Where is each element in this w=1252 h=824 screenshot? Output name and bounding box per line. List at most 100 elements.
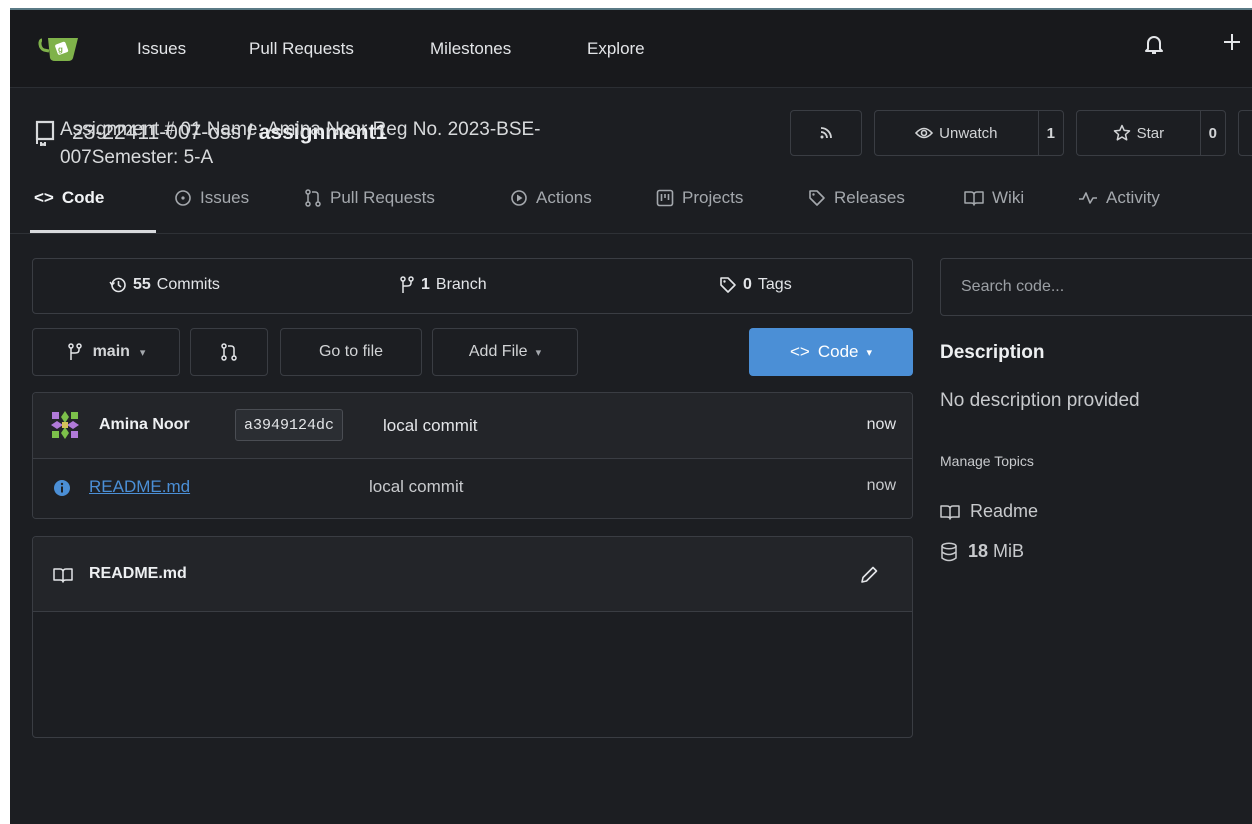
add-file-dropdown[interactable]: Add File ▾ [432, 328, 578, 376]
branch-icon [400, 276, 414, 293]
unwatch-label: Unwatch [939, 124, 998, 142]
book-icon [964, 191, 984, 206]
readme-title: README.md [89, 565, 187, 582]
tab-wiki-label: Wiki [992, 188, 1025, 207]
tab-pull-requests-label: Pull Requests [330, 188, 435, 207]
issue-icon [175, 190, 191, 206]
latest-commit-row: Amina Noor a3949124dc local commit now [33, 393, 912, 459]
pull-request-icon [305, 189, 321, 207]
bell-icon[interactable] [1144, 34, 1164, 62]
branch-stat[interactable]: 1 Branch [399, 276, 487, 294]
tab-releases[interactable]: Releases [808, 188, 905, 208]
tags-count: 0 [743, 276, 752, 293]
star-count[interactable]: 0 [1199, 111, 1225, 155]
branch-count: 1 [421, 276, 430, 293]
nav-milestones[interactable]: Milestones [430, 39, 511, 59]
tab-issues-label: Issues [200, 188, 250, 207]
table-row[interactable]: README.md local commit now [33, 459, 912, 518]
star-button-group: Star 0 [1076, 110, 1226, 156]
book-icon [53, 568, 73, 583]
readme-panel: README.md [32, 536, 913, 738]
repo-tabs: <> Code Issues Pull Requests Actions Pro… [10, 176, 1252, 234]
plus-icon[interactable] [1222, 32, 1242, 58]
info-icon [54, 480, 70, 496]
readme-sidebar-label: Readme [970, 501, 1039, 521]
readme-header: README.md [33, 537, 912, 612]
branch-dropdown[interactable]: main ▾ [32, 328, 180, 376]
tab-releases-label: Releases [834, 188, 905, 207]
app-window: g Issues Pull Requests Milestones Explor… [10, 8, 1252, 824]
file-list: Amina Noor a3949124dc local commit now R… [32, 392, 913, 519]
star-button[interactable]: Star [1077, 111, 1200, 155]
tab-activity-label: Activity [1106, 188, 1160, 207]
tab-wiki[interactable]: Wiki [964, 188, 1024, 208]
top-navbar: g Issues Pull Requests Milestones Explor… [10, 8, 1252, 88]
chevron-down-icon: ▾ [535, 346, 542, 359]
play-icon [511, 190, 527, 206]
commits-count: 55 [133, 276, 151, 293]
eye-icon [915, 127, 934, 139]
tags-stat[interactable]: 0 Tags [719, 276, 792, 294]
branch-icon [67, 343, 82, 360]
tag-icon [809, 190, 825, 206]
svg-text:g: g [58, 45, 63, 54]
fork-button-partial[interactable] [1238, 110, 1252, 156]
code-clone-button[interactable]: <> Code ▾ [749, 328, 913, 376]
pulse-icon [1079, 192, 1097, 204]
database-icon [941, 541, 957, 561]
unwatch-button[interactable]: Unwatch [875, 111, 1038, 155]
pencil-icon[interactable] [859, 565, 879, 585]
avatar[interactable] [49, 409, 81, 441]
tab-code[interactable]: <> Code [34, 188, 104, 208]
star-icon [1113, 124, 1130, 141]
readme-sidebar-link[interactable]: Readme [940, 501, 1038, 522]
commit-message[interactable]: local commit [383, 416, 477, 436]
readme-text-line: Assignment # 01 Name: Amina Noor Reg No.… [60, 119, 541, 140]
commits-stat[interactable]: 55 Commits [109, 276, 220, 294]
branch-name: main [92, 343, 130, 360]
go-to-file-button[interactable]: Go to file [280, 328, 422, 376]
nav-explore[interactable]: Explore [587, 39, 645, 59]
readme-text-line: 007Semester: 5-A [60, 147, 214, 168]
commit-sha[interactable]: a3949124dc [235, 409, 344, 441]
repo-stats-bar: 55 Commits 1 Branch 0 Tags [32, 258, 913, 314]
nav-issues[interactable]: Issues [137, 39, 186, 59]
pull-request-icon [221, 343, 237, 361]
compare-button[interactable] [190, 328, 268, 376]
description-text: No description provided [940, 390, 1140, 411]
search-code-input[interactable] [940, 258, 1252, 316]
tab-pull-requests[interactable]: Pull Requests [304, 188, 435, 208]
watch-button-group: Unwatch 1 [874, 110, 1064, 156]
tab-activity[interactable]: Activity [1078, 188, 1160, 208]
chevron-down-icon: ▾ [139, 346, 146, 359]
commit-time: now [866, 416, 896, 433]
book-icon [940, 504, 960, 520]
tag-icon [720, 277, 736, 293]
tab-projects-label: Projects [682, 188, 744, 207]
manage-topics-link[interactable]: Manage Topics [940, 453, 1034, 469]
tab-projects[interactable]: Projects [656, 188, 743, 208]
add-file-label: Add File [468, 343, 528, 360]
tab-code-label: Code [61, 188, 105, 207]
project-icon [656, 189, 674, 207]
star-label: Star [1136, 124, 1165, 142]
nav-pull-requests[interactable]: Pull Requests [249, 39, 354, 59]
repo-icon [34, 120, 56, 146]
commit-author[interactable]: Amina Noor [99, 416, 190, 434]
file-name-link[interactable]: README.md [89, 477, 190, 497]
watch-count[interactable]: 1 [1037, 111, 1063, 155]
repo-size-unit: MiB [993, 541, 1025, 561]
tab-actions-label: Actions [536, 188, 592, 207]
history-icon [109, 277, 126, 293]
rss-button[interactable] [790, 110, 862, 156]
description-heading: Description [940, 342, 1045, 363]
file-commit-message[interactable]: local commit [369, 477, 463, 497]
repo-size-value: 18 [968, 541, 989, 561]
repo-size: 18 MiB [940, 541, 1024, 562]
readme-content: Assignment # 01 Name: Amina Noor Reg No.… [60, 116, 760, 172]
code-icon: <> [789, 342, 810, 361]
tab-issues[interactable]: Issues [174, 188, 249, 208]
tab-actions[interactable]: Actions [510, 188, 592, 208]
chevron-down-icon: ▾ [866, 346, 873, 359]
gitea-logo-icon[interactable]: g [38, 32, 84, 64]
